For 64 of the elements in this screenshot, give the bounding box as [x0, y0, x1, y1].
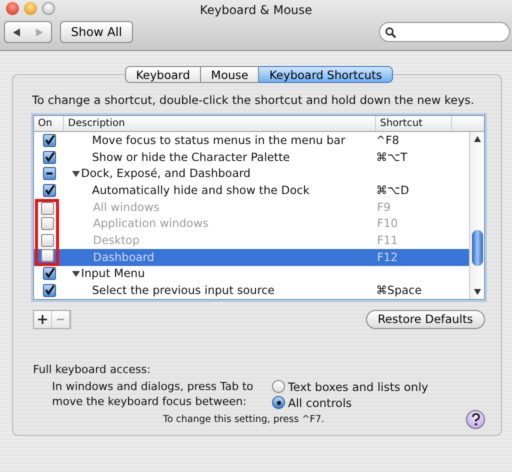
help-button[interactable]: [466, 410, 485, 429]
question-mark-icon: [470, 412, 482, 426]
radio-option[interactable]: Text boxes and lists only: [272, 380, 428, 394]
table-row[interactable]: Dock, Exposé, and Dashboard: [34, 165, 469, 182]
checkmark-icon: [44, 268, 54, 280]
checkmark-icon: [44, 285, 54, 296]
column-header[interactable]: Description: [64, 116, 376, 131]
forward-arrow-icon: [35, 28, 44, 36]
section-label: Full keyboard access:: [33, 362, 152, 376]
restore-defaults-button[interactable]: Restore Defaults: [366, 310, 485, 329]
table-row[interactable]: Show or hide the Character Palette ⌘⌥T: [34, 148, 469, 166]
shortcut-description: Select the previous input source: [92, 284, 275, 298]
shortcut-keys[interactable]: ⌘⌥T: [376, 150, 408, 164]
checkbox[interactable]: [42, 284, 56, 298]
radio-button[interactable]: [272, 380, 285, 394]
shortcut-description: Dock, Exposé, and Dashboard: [81, 167, 251, 180]
tab[interactable]: Keyboard: [124, 66, 202, 83]
table-row[interactable]: Input Menu: [34, 266, 469, 282]
shortcut-description: Desktop: [93, 234, 140, 247]
checkbox[interactable]: [42, 134, 56, 147]
tab[interactable]: Keyboard Shortcuts: [259, 66, 394, 83]
hint-text: To change this setting, press ^F7.: [163, 414, 324, 425]
shortcut-description: Move focus to status menus in the menu bar: [92, 134, 346, 147]
table-row[interactable]: Automatically hide and show the Dock ⌘⌥D: [34, 182, 469, 199]
disclosure-triangle-icon[interactable]: [72, 270, 80, 278]
scroll-up-icon[interactable]: [474, 136, 480, 142]
table-row[interactable]: Move focus to status menus in the menu bar ^F8: [34, 132, 469, 149]
window-title: Keyboard & Mouse: [200, 3, 312, 17]
shortcut-keys[interactable]: ^F8: [376, 134, 400, 147]
back-arrow-icon: [12, 28, 21, 36]
shortcut-keys[interactable]: ⌘Space: [376, 284, 422, 298]
scroll-thumb[interactable]: [472, 230, 482, 266]
checkbox[interactable]: [42, 267, 56, 280]
search-field[interactable]: [379, 22, 510, 42]
shortcut-description: All windows: [93, 200, 160, 214]
close-button[interactable]: [6, 2, 19, 15]
column-header[interactable]: Shortcut: [376, 116, 452, 131]
shortcut-description: Show or hide the Character Palette: [92, 150, 290, 164]
disclosure-triangle-icon[interactable]: [72, 170, 80, 178]
shortcut-keys[interactable]: ⌘⌥D: [376, 184, 410, 197]
show-all-button[interactable]: Show All: [60, 21, 134, 43]
column-header[interactable]: On: [34, 116, 64, 131]
table-row[interactable]: Select the previous input source ⌘Space: [34, 282, 469, 299]
instruction-text: To change a shortcut, double-click the shortcut and hold down the new keys.: [32, 93, 476, 107]
scrollbar[interactable]: [469, 132, 484, 299]
prompt-text: move the keyboard focus between:: [52, 394, 248, 409]
add-button[interactable]: [34, 310, 52, 328]
radio-option[interactable]: All controls: [272, 396, 428, 410]
checkmark-icon: [44, 184, 54, 196]
tab[interactable]: Mouse: [201, 66, 260, 83]
shortcut-description: Automatically hide and show the Dock: [92, 184, 310, 197]
prompt-text: In windows and dialogs, press Tab to: [52, 380, 254, 394]
search-icon: [385, 26, 396, 38]
shortcut-description: Application windows: [93, 217, 208, 230]
plus-icon: [38, 314, 47, 324]
radio-button[interactable]: [272, 396, 285, 410]
shortcut-description: Input Menu: [81, 267, 145, 280]
checkmark-icon: [44, 134, 54, 146]
scroll-down-icon[interactable]: [474, 288, 480, 295]
checkbox[interactable]: [42, 184, 56, 197]
zoom-button[interactable]: [42, 2, 55, 15]
shortcut-description: Dashboard: [93, 250, 154, 264]
checkbox[interactable]: [42, 150, 56, 164]
checkmark-icon: [44, 152, 54, 163]
